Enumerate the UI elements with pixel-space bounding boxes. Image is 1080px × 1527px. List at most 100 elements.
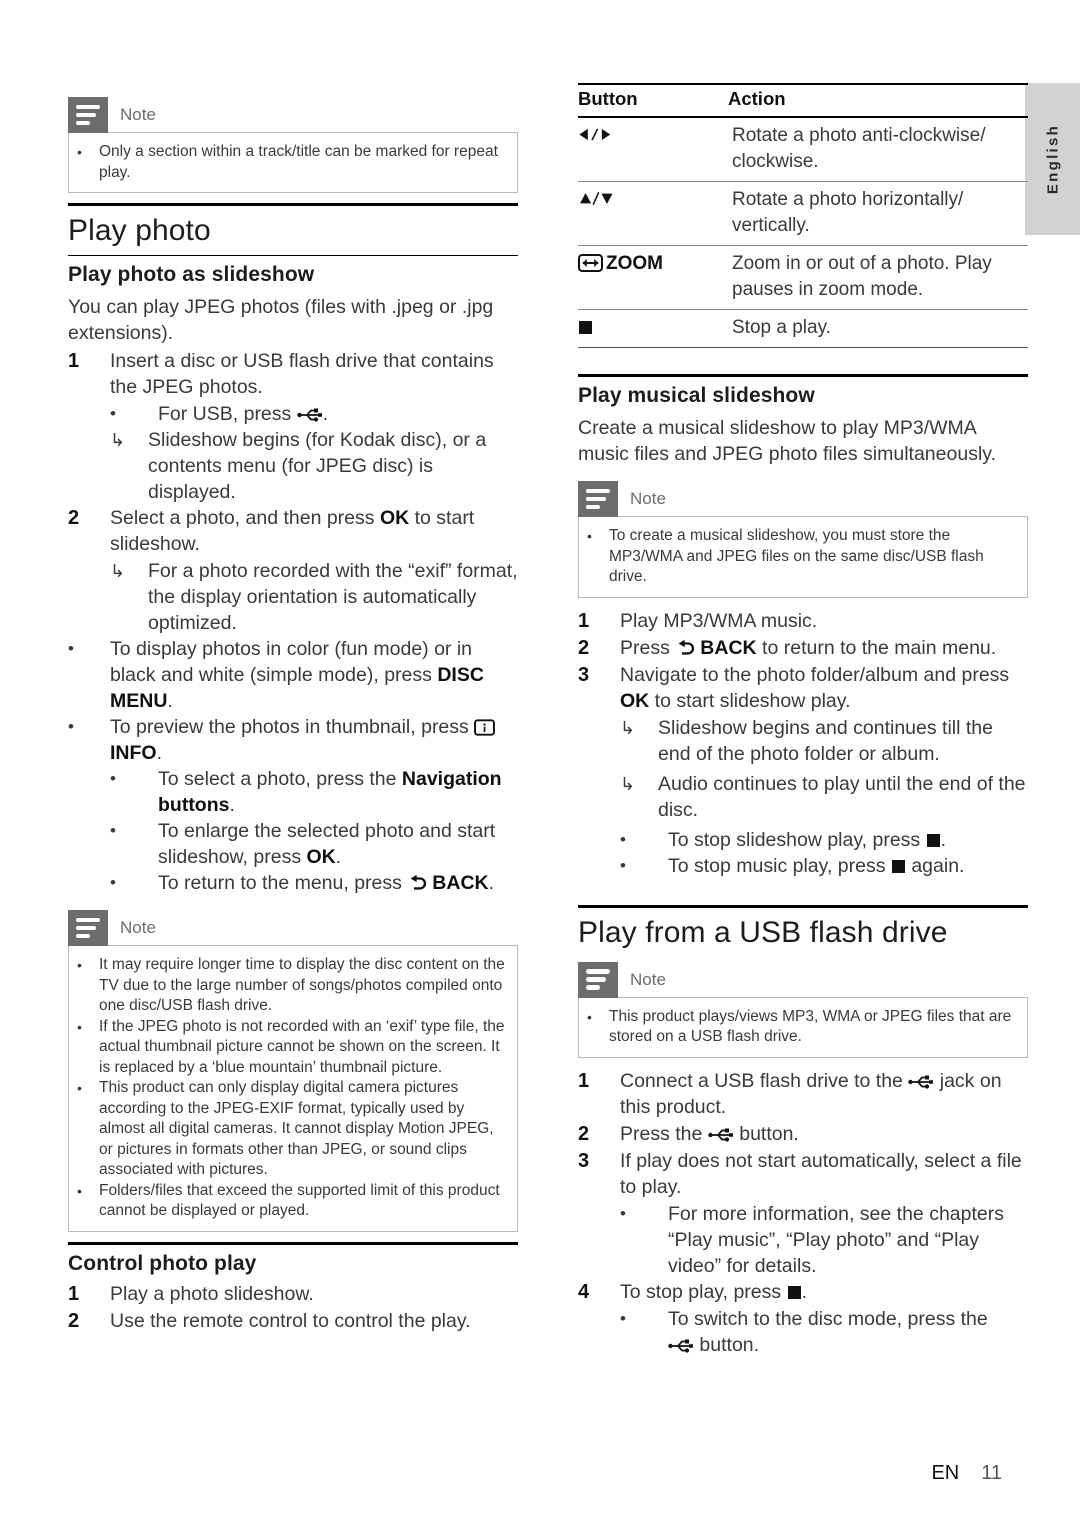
intro-paragraph: You can play JPEG photos (files with .jp… — [68, 296, 494, 344]
note-title: Note — [120, 105, 156, 124]
usb-icon — [908, 1075, 934, 1089]
step-text: Insert a disc or USB flash drive that co… — [110, 350, 494, 398]
u-step4-pre: To stop play, press — [620, 1280, 782, 1303]
arrow-icon: ↳ — [110, 430, 126, 450]
table-cell-button — [578, 181, 728, 246]
note-list-item: • This product can only display digital c… — [77, 1078, 507, 1181]
ok-button-label: OK — [379, 507, 410, 529]
note-body: • It may require longer time to display t… — [68, 945, 518, 1232]
note-list-item: • If the JPEG photo is not recorded with … — [77, 1017, 507, 1079]
usb-step-3-bullet-text: For more information, see the chapters “… — [668, 1202, 1004, 1277]
table-cell-action: Zoom in or out of a photo. Play pauses i… — [728, 245, 1028, 310]
table-row: ZOOM Zoom in or out of a photo. Play pau… — [578, 245, 1028, 310]
note-header: Note — [68, 97, 518, 133]
note-title: Note — [120, 918, 156, 937]
bullet-dot: • — [77, 1018, 82, 1035]
note-list-item: • Only a section within a track/title ca… — [77, 142, 507, 183]
button-action-table: Button Action Rotate a photo anti-clockw… — [578, 83, 1028, 348]
control-step-2: 2 Use the remote control to control the … — [68, 1308, 518, 1334]
m-step2-pre: Press — [620, 636, 670, 659]
stop-slideshow-pre: To stop slideshow play, press — [668, 828, 921, 851]
note-header: Note — [68, 910, 518, 946]
note-body: • This product plays/views MP3, WMA or JP… — [578, 996, 1028, 1058]
info-text-post: . — [156, 742, 163, 764]
note-header: Note — [578, 961, 1028, 998]
bullet-dot: • — [620, 1308, 626, 1328]
heading-play-photo: Play photo — [68, 203, 518, 256]
bullet-dot: • — [77, 957, 82, 973]
musical-intro-paragraph: Create a musical slideshow to play MP3/W… — [578, 417, 996, 465]
bullet-info: • To preview the photos in thumbnail, pr… — [68, 714, 518, 766]
usb-step-2: 2 Press the button. — [578, 1121, 1028, 1147]
step-number: 2 — [68, 507, 80, 529]
stop-music-post: again. — [911, 854, 965, 877]
bullet-dot: • — [68, 717, 74, 736]
step-text: Use the remote control to control the pl… — [110, 1309, 471, 1332]
note-header: Note — [578, 481, 1028, 517]
enlarge-text-post: . — [335, 846, 342, 868]
return-text-pre: To return to the menu, press — [158, 872, 402, 894]
note-icon — [68, 97, 108, 133]
ok-label: OK — [620, 689, 650, 712]
column-header-action: Action — [728, 83, 1028, 118]
heading-control-photo-play: Control photo play — [68, 1241, 518, 1279]
back-icon — [678, 639, 695, 655]
step-number: 1 — [68, 1282, 80, 1305]
bullet-dot: • — [587, 528, 592, 544]
step-number: 1 — [578, 1069, 590, 1092]
u-step2-post: button. — [739, 1122, 799, 1145]
usb-bullet-text-post: . — [322, 403, 329, 425]
up-down-arrows-icon — [580, 191, 613, 206]
stop-icon — [891, 859, 905, 873]
info-label: INFO — [110, 742, 157, 764]
usb-step-3: 3 If play does not start automatically, … — [578, 1148, 1028, 1200]
zoom-icon — [578, 254, 603, 272]
usb-bullet-text-pre: For USB, press — [158, 403, 292, 425]
table-row: Stop a play. — [578, 309, 1028, 348]
column-header-button: Button — [578, 83, 728, 118]
bullet-navigation: • To select a photo, press the Navigatio… — [110, 766, 518, 818]
usb-icon — [708, 1128, 733, 1142]
musical-slideshow-steps: 1 Play MP3/WMA music. 2 Press BACK to re… — [578, 608, 1028, 879]
manual-page: English Note • Only a section within a t… — [0, 0, 1080, 1527]
u-step4-post: . — [801, 1280, 807, 1303]
usb-icon — [297, 408, 322, 422]
step-text: Play a photo slideshow. — [110, 1282, 314, 1305]
note-title: Note — [630, 969, 666, 989]
note-icon — [68, 910, 108, 946]
footer-language-code: EN — [931, 1462, 960, 1484]
bullet-disc-menu: • To display photos in color (fun mode) … — [68, 636, 518, 714]
bullet-dot: • — [110, 821, 116, 840]
bullet-dot: • — [77, 144, 82, 160]
step-number: 2 — [578, 636, 590, 659]
heading-play-photo-as-slideshow: Play photo as slideshow — [68, 263, 315, 286]
table-cell-button — [578, 309, 728, 348]
table-row: Rotate a photo anti-clockwise/ clockwise… — [578, 117, 1028, 182]
left-column: Note • Only a section within a track/tit… — [68, 83, 518, 1335]
usb-step-4: 4 To stop play, press . — [578, 1279, 1028, 1305]
usb-steps: 1 Connect a USB flash drive to the jack … — [578, 1068, 1028, 1358]
musical-bullet-stop-slideshow: • To stop slideshow play, press . — [620, 827, 1028, 853]
usb-icon — [668, 1339, 693, 1353]
note-body: • Only a section within a track/title ca… — [68, 132, 518, 193]
m-step2-post: to return to the main menu. — [762, 636, 997, 659]
bullet-dot: • — [620, 1203, 626, 1223]
usb-step-3-bullet: • For more information, see the chapters… — [620, 1201, 1028, 1279]
step-number: 4 — [578, 1280, 590, 1303]
musical-result-2-text: Audio continues to play until the end of… — [658, 772, 1026, 821]
step-text: If play does not start automatically, se… — [620, 1149, 1022, 1198]
bullet-enlarge: • To enlarge the selected photo and star… — [110, 818, 518, 870]
back-label: BACK — [432, 872, 489, 894]
nav-text-post: . — [229, 794, 235, 816]
musical-step-2: 2 Press BACK to return to the main menu. — [578, 635, 1028, 661]
step-1-result-text: Slideshow begins (for Kodak disc), or a … — [148, 429, 487, 503]
u-step1-pre: Connect a USB flash drive to the — [620, 1069, 903, 1092]
info-icon — [474, 719, 496, 736]
m-step3-pre: Navigate to the photo folder/album and p… — [620, 663, 1010, 686]
note-photo-caveats: Note • It may require longer time to disp… — [68, 910, 518, 1232]
bullet-dot: • — [77, 1182, 82, 1199]
step-2: 2 Select a photo, and then press OK to s… — [68, 505, 518, 557]
step-number: 2 — [578, 1122, 590, 1145]
note-icon — [578, 481, 618, 517]
heading-play-from-usb: Play from a USB flash drive — [578, 904, 1028, 950]
